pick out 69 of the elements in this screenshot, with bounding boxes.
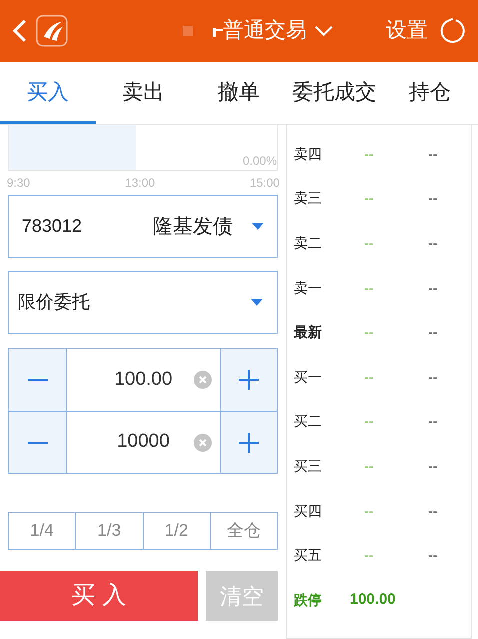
volume-value: -- [427,368,439,387]
account-type-dropdown[interactable]: 普通交易 [223,15,333,47]
minus-icon [28,442,48,444]
stock-name: 隆基发债 [153,214,233,240]
plus-icon [239,432,259,452]
square-icon [183,26,193,36]
ratio-button[interactable]: 1/2 [142,513,210,549]
level-label: 买五 [294,546,323,566]
volume-value: -- [427,456,439,476]
ratio-button[interactable]: 1/4 [9,513,76,549]
tab[interactable]: 撤单 [191,62,287,124]
price-value: -- [363,412,375,432]
volume-value: -- [427,412,439,432]
minus-icon [28,379,48,381]
dropdown-arrow-icon [252,223,264,230]
app-logo-icon [36,15,68,47]
tab[interactable]: 卖出 [96,62,192,124]
level-label: 买二 [294,412,323,432]
time-label: 15:00 [250,175,280,192]
volume-value: -- [427,189,439,208]
stock-code: 783012 [22,215,82,238]
back-icon[interactable] [12,19,28,43]
volume-value: -- [427,144,439,164]
plus-button[interactable] [220,412,277,473]
price-value: -- [363,278,375,298]
level-label: 卖一 [294,278,323,298]
price-value: -- [363,456,375,476]
ratio-button[interactable]: 全仓 [210,513,277,549]
plus-button[interactable] [220,349,277,411]
tab[interactable]: 委托成交 [286,62,382,124]
volume-value: -- [427,278,439,298]
volume-value: -- [427,546,439,566]
order-type-select-field[interactable]: 限价委托 [8,271,278,334]
buy-button[interactable]: 买 入 [0,571,198,621]
level-label: 跌停 [294,590,323,610]
quantity-input-field[interactable]: 10000 [67,412,220,473]
ratio-button[interactable]: 1/3 [75,513,142,549]
chevron-down-icon [315,26,333,36]
level-label: 卖三 [294,189,323,208]
price-value: -- [363,546,375,566]
price-value: 100.00 [350,590,396,610]
time-label: 13:00 [125,175,156,192]
volume-value: -- [427,502,439,521]
price-value: -- [363,144,375,164]
dropdown-arrow-icon [251,299,263,306]
minus-button[interactable] [9,412,67,473]
level-label: 买一 [294,368,323,387]
level-label: 最新 [294,323,323,342]
price-value: -- [363,502,375,521]
price-value: -- [363,323,375,342]
tab[interactable]: 持仓 [382,62,478,124]
settings-link[interactable]: 设置 [386,15,428,47]
price-value: -- [363,234,375,253]
price-value: -- [363,368,375,387]
minus-button[interactable] [9,349,67,411]
price-input-field[interactable]: 100.00 [67,349,220,411]
volume-value: -- [427,234,439,253]
stock-select-field[interactable]: 783012 隆基发债 [8,195,278,258]
level-label: 卖四 [294,144,323,164]
level-label: 买四 [294,502,323,521]
plus-icon [239,370,259,390]
time-label: 9:30 [7,175,30,192]
price-value: -- [363,189,375,208]
refresh-icon[interactable] [440,18,466,44]
change-percent: 0.00% [242,153,277,170]
order-type: 限价委托 [18,291,90,314]
volume-value: -- [427,323,439,342]
level-label: 买三 [294,456,323,476]
level-label: 卖二 [294,234,323,253]
